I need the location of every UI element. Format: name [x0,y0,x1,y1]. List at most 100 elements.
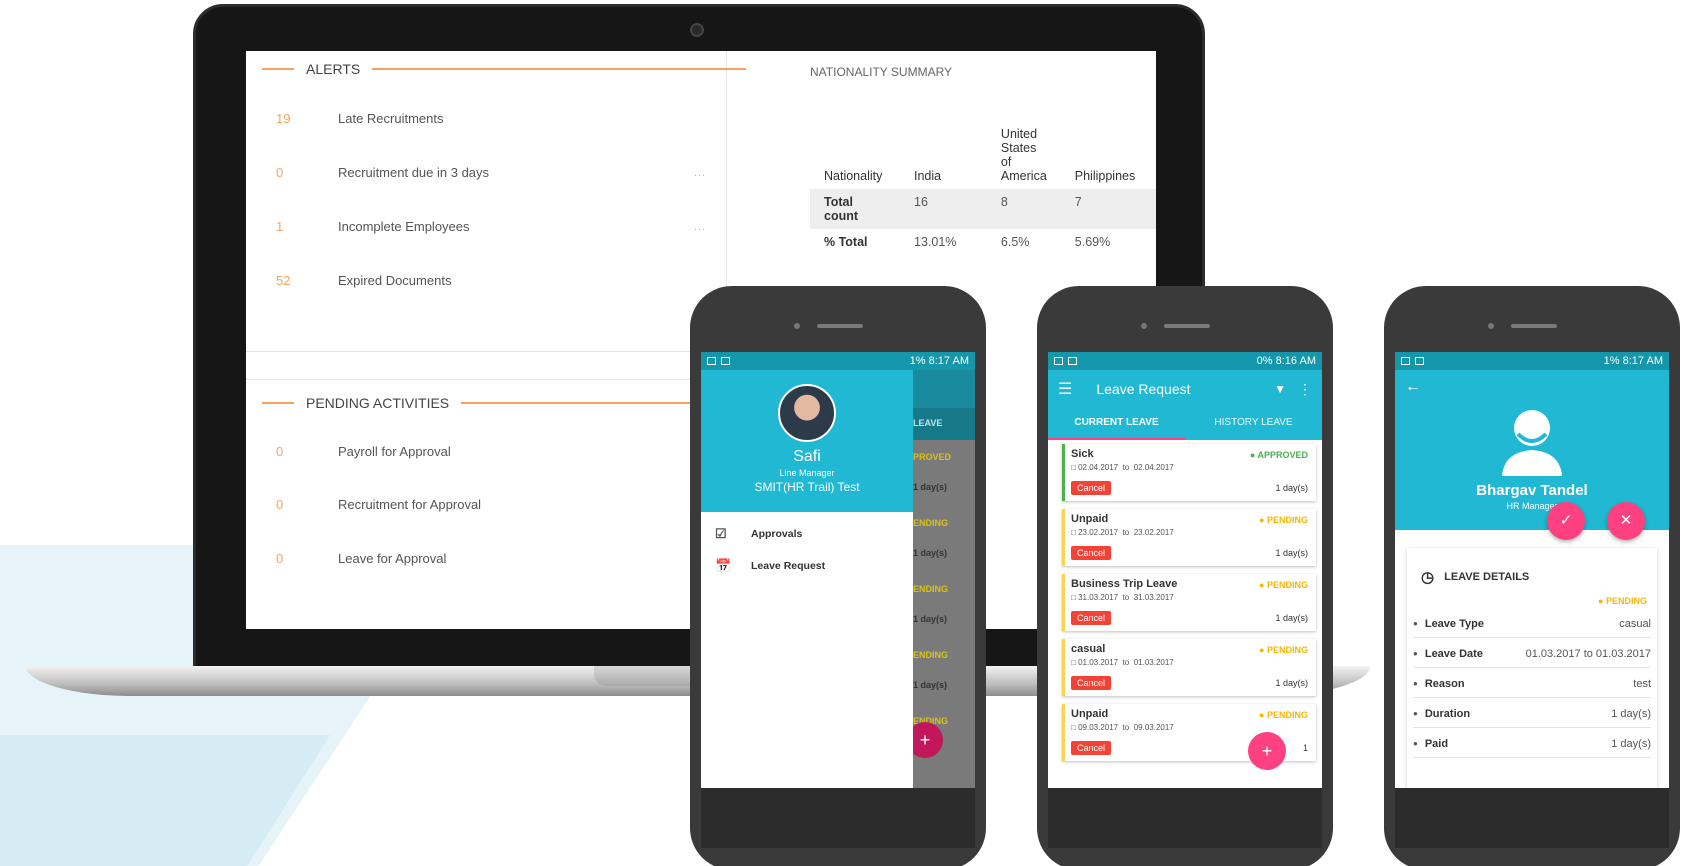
leave-card[interactable]: Unpaid ● PENDING □ 23.02.2017 to 23.02.2… [1062,509,1316,566]
tab-history-leave[interactable]: HISTORY LEAVE [1185,408,1322,440]
detail-value: test [1633,677,1651,690]
detail-row: Leave Type casual [1413,610,1651,638]
status-time: 1% 8:17 AM [909,355,969,367]
behind-status: ENDING [913,518,949,528]
cancel-button[interactable]: Cancel [1071,676,1112,690]
behind-status: PROVED [913,452,952,462]
alert-count: 0 [276,165,284,180]
leave-dates: □ 01.03.2017 to 01.03.2017 [1071,658,1174,667]
alert-row[interactable]: 19 Late Recruitments [276,111,706,126]
column-header: Nationality [824,169,883,183]
more-icon[interactable]: ... [694,221,706,233]
more-vert-icon[interactable]: ⋮ [1298,381,1312,398]
cancel-button[interactable]: Cancel [1071,611,1112,625]
behind-days: 1 day(s) [913,614,948,624]
app-bar: ☰ Leave Request ▼ ⋮ [1048,370,1322,408]
leave-dates: □ 02.04.2017 to 02.04.2017 [1071,463,1174,472]
table-cell: 8 [986,189,1061,229]
pending-label: Leave for Approval [338,551,447,566]
pending-row[interactable]: 0 Recruitment for Approval [276,497,706,512]
menu-item-leave-request[interactable]: 📅 Leave Request [701,550,913,582]
leave-days: 1 day(s) [1275,548,1308,558]
pending-row[interactable]: 0 Leave for Approval [276,551,706,566]
table-cell: 16 [900,189,987,229]
detail-label: Leave Type [1413,618,1484,630]
reject-button[interactable]: ✕ [1607,502,1645,540]
pending-count: 0 [276,444,284,459]
alert-label: Expired Documents [338,273,452,288]
pending-title: PENDING ACTIVITIES [306,395,450,411]
menu-item-approvals[interactable]: ☑ Approvals [701,518,913,550]
phone-screen: 0% 8:16 AM ☰ Leave Request ▼ ⋮ CURRENT L… [1048,352,1322,788]
nationality-table: Nationality India United States of Ameri… [810,123,1156,255]
more-icon[interactable]: ... [694,167,706,179]
alert-count: 19 [276,111,291,126]
alerts-header: ALERTS [262,61,747,77]
alert-row[interactable]: 1 Incomplete Employees ... [276,219,706,234]
column-header: United States of America [1000,127,1047,183]
status-time: 0% 8:16 AM [1256,355,1316,367]
detail-row: Leave Date 01.03.2017 to 01.03.2017 [1413,640,1651,668]
filter-icon[interactable]: ▼ [1274,382,1286,396]
phone-screen: 1% 8:17 AM ← Bhargav Tandel HR Manager ✓… [1395,352,1669,788]
pending-row[interactable]: 0 Payroll for Approval [276,444,706,459]
status-bar: 0% 8:16 AM [1048,352,1322,370]
alert-count: 52 [276,273,291,288]
pending-count: 0 [276,551,284,566]
alert-label: Recruitment due in 3 days [338,165,490,180]
page-title: Leave Request [1096,381,1191,397]
card-title: ◷ LEAVE DETAILS [1421,569,1530,586]
calendar-icon: 📅 [715,558,732,573]
menu-item-label: Approvals [751,528,803,540]
add-leave-button[interactable]: + [1248,732,1286,770]
leave-details-card: ◷ LEAVE DETAILS ● PENDING Leave Type cas… [1407,548,1657,788]
behind-status: ENDING [913,650,949,660]
status-bar: 1% 8:17 AM [1395,352,1669,370]
leave-dates: □ 31.03.2017 to 31.03.2017 [1071,593,1174,602]
leave-days: 1 [1302,743,1308,753]
detail-value: casual [1619,617,1651,630]
cancel-button[interactable]: Cancel [1071,546,1112,560]
leave-days: 1 day(s) [1275,483,1308,493]
alert-row[interactable]: 0 Recruitment due in 3 days ... [276,165,706,180]
table-row: % Total 13.01% 6.5% 5.69% [810,229,1156,255]
status-badge: ● PENDING [1259,710,1308,720]
detail-row: Paid 1 day(s) [1413,730,1651,758]
status-badge: ● PENDING [1259,580,1308,590]
cancel-button[interactable]: Cancel [1071,741,1112,755]
table-cell: 13.01% [914,235,957,249]
leave-card[interactable]: casual ● PENDING □ 01.03.2017 to 01.03.2… [1062,639,1316,696]
calendar-icon: □ [1071,658,1076,667]
behind-tab: LEAVE [913,418,943,428]
back-arrow-icon[interactable]: ← [1405,378,1421,396]
status-badge: ● PENDING [1259,645,1308,655]
alert-label: Incomplete Employees [338,219,470,234]
tab-current-leave[interactable]: CURRENT LEAVE [1048,408,1185,440]
alert-label: Late Recruitments [338,111,444,126]
column-header: India [914,169,942,183]
nationality-title: NATIONALITY SUMMARY [810,65,953,79]
leave-days: 1 day(s) [1275,613,1308,623]
behind-days: 1 day(s) [913,482,948,492]
row-label: Total count [810,189,900,229]
detail-value: 01.03.2017 to 01.03.2017 [1525,647,1651,660]
laptop-camera [690,23,704,37]
detail-value: 1 day(s) [1611,707,1651,720]
tab-bar: CURRENT LEAVE HISTORY LEAVE [1048,408,1322,440]
panel-divider [246,379,726,380]
navigation-drawer: Safi Line Manager SMIT(HR Trail) Test ☑ … [701,370,913,788]
detail-label: Paid [1413,738,1448,750]
detail-label: Leave Date [1413,648,1483,660]
leave-dates: □ 09.03.2017 to 09.03.2017 [1071,723,1174,732]
background-shape [0,735,330,866]
leave-card[interactable]: Sick ● APPROVED □ 02.04.2017 to 02.04.20… [1062,444,1316,501]
clock-icon: ◷ [1421,569,1435,586]
menu-icon[interactable]: ☰ [1058,379,1072,399]
menu-item-label: Leave Request [751,560,826,572]
column-header: Philippines [1074,169,1136,183]
detail-row: Reason test [1413,670,1651,698]
cancel-button[interactable]: Cancel [1071,481,1112,495]
alert-row[interactable]: 52 Expired Documents [276,273,706,288]
leave-card[interactable]: Business Trip Leave ● PENDING □ 31.03.20… [1062,574,1316,631]
approve-button[interactable]: ✓ [1547,502,1585,540]
